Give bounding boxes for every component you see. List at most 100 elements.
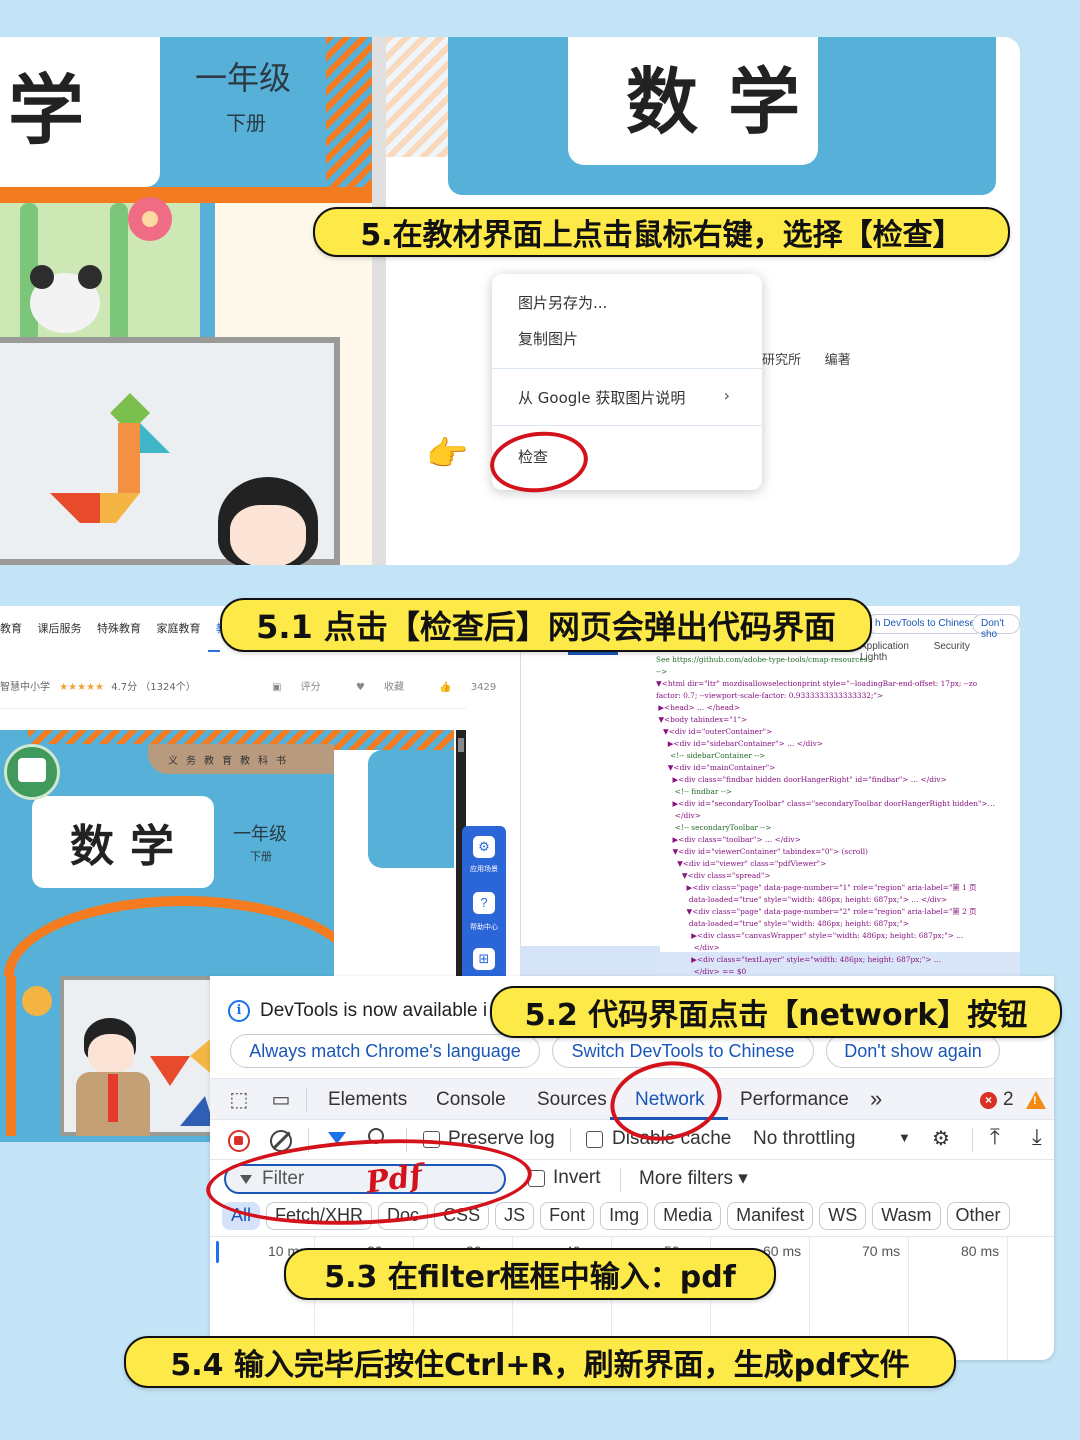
dom-tree-line[interactable]: ▼<div id="viewerContainer" tabindex="0">… (656, 846, 1020, 858)
help-icon[interactable]: ? (473, 892, 495, 914)
dom-tree-line[interactable]: data-loaded="true" style="width: 486px; … (656, 894, 1020, 906)
import-har-icon[interactable]: ⤒ (990, 1124, 1000, 1150)
dom-tree-line[interactable]: --> (656, 666, 1020, 678)
cover-stripe (28, 730, 356, 744)
like-button[interactable]: 👍 3429 (439, 682, 512, 693)
dom-tree-line[interactable]: </div> == $0 (656, 966, 1020, 976)
export-har-icon[interactable]: ⤓ (1032, 1124, 1042, 1150)
dom-tree-line[interactable]: factor: 0.7; --viewport-scale-factor: 0.… (656, 690, 1020, 702)
panda-ear (78, 265, 102, 289)
dom-tree-line[interactable]: ▶<head> … </head> (656, 702, 1020, 714)
site-name: 智慧中小学 (0, 682, 50, 693)
publisher-info: 研究所 编著 (762, 349, 851, 368)
always-match-language-button[interactable]: Always match Chrome's language (230, 1034, 540, 1068)
throttling-dropdown-icon[interactable]: ▼ (898, 1130, 911, 1145)
nav-item[interactable]: 教育 (0, 622, 22, 635)
error-count[interactable]: 2 (1003, 1089, 1014, 1111)
menu-item-copy-image[interactable]: 复制图片 (518, 328, 578, 349)
type-filter-wasm[interactable]: Wasm (872, 1202, 941, 1230)
rate-label: 评分 (300, 682, 321, 693)
timeline-marker[interactable] (216, 1241, 219, 1263)
type-filter-font[interactable]: Font (540, 1202, 595, 1230)
devtools-pane-footer (520, 946, 660, 976)
inspect-element-icon[interactable]: ⬚ (226, 1087, 252, 1113)
tab-sources[interactable]: Sources (537, 1089, 607, 1111)
dom-tree-line[interactable]: ▼<div class="page" data-page-number="2" … (656, 906, 1020, 918)
cover-stripe (334, 730, 454, 750)
elements-dom-tree[interactable]: See https://github.com/adobe-type-tools/… (656, 654, 1020, 976)
apps-icon[interactable]: ⊞ (473, 948, 495, 970)
throttling-select[interactable]: No throttling (753, 1128, 855, 1150)
tab-console[interactable]: Console (436, 1089, 506, 1111)
stop-recording-icon[interactable] (228, 1130, 250, 1152)
favorite-button[interactable]: ♥ 收藏 (356, 682, 420, 693)
more-filters-dropdown[interactable]: More filters ▾ (639, 1167, 748, 1190)
more-tabs-icon[interactable]: » (870, 1086, 882, 1112)
nav-item[interactable]: 特殊教育 (97, 622, 141, 635)
dom-tree-line[interactable]: See https://github.com/adobe-type-tools/… (656, 654, 1020, 666)
callout-step-5: 5.在教材界面上点击鼠标右键，选择【检查】 (313, 207, 1010, 257)
dom-tree-line[interactable]: </div> (656, 810, 1020, 822)
dom-tree-line[interactable]: ▶<div class="textLayer" style="width: 48… (656, 954, 1020, 966)
rating-score: 4.7分 (111, 682, 138, 693)
publisher-part: 编著 (824, 352, 851, 367)
dont-show-again-button[interactable]: Don't show again (826, 1034, 1000, 1068)
dom-tree-line[interactable]: ▶<div class="findbar hidden doorHangerRi… (656, 774, 1020, 786)
warning-mark: ! (1033, 1095, 1037, 1107)
type-filter-other[interactable]: Other (946, 1202, 1010, 1230)
menu-item-google-image-description[interactable]: 从 Google 获取图片说明 (518, 387, 685, 408)
cover-grade: 一年级 (233, 824, 287, 845)
type-filter-img[interactable]: Img (600, 1202, 649, 1230)
scene-icon[interactable]: ⚙ (473, 836, 495, 858)
rate-button[interactable]: ▣ 评分 (272, 682, 337, 693)
dom-tree-line[interactable]: ▼<div class="spread"> (656, 870, 1020, 882)
type-filter-js[interactable]: JS (495, 1202, 535, 1230)
type-filter-ws[interactable]: WS (819, 1202, 867, 1230)
help-label[interactable]: 帮助中心 (462, 922, 506, 932)
dom-tree-line[interactable]: </div> (656, 942, 1020, 954)
dom-tree-line[interactable]: ▼<div id="mainContainer"> (656, 762, 1020, 774)
series-label: 义务教育教科书 (148, 744, 344, 774)
tab-elements[interactable]: Elements (328, 1089, 407, 1111)
separator (620, 1168, 621, 1192)
boy-face (88, 1034, 134, 1074)
dom-tree-line[interactable]: ▶<div class="page" data-page-number="1" … (656, 882, 1020, 894)
timeline-tick-label: 70 ms (862, 1243, 901, 1259)
textbook-page-2-thumbnail (334, 730, 454, 976)
dom-tree-line[interactable]: ▼<div id="viewer" class="pdfViewer"> (656, 858, 1020, 870)
textbook-cover-left: 学 一年级 下册 (0, 37, 372, 565)
switch-devtools-chinese-button[interactable]: h DevTools to Chinese (866, 614, 985, 634)
info-message: DevTools is now available i (260, 1000, 488, 1021)
device-toolbar-icon[interactable]: ▭ (268, 1087, 294, 1113)
type-filter-manifest[interactable]: Manifest (727, 1202, 814, 1230)
tab-security[interactable]: Security (934, 641, 970, 652)
nav-item[interactable]: 课后服务 (38, 622, 82, 635)
dom-tree-line[interactable]: <!-- sidebarContainer --> (656, 750, 1020, 762)
menu-item-save-image-as[interactable]: 图片另存为... (518, 292, 607, 313)
dom-tree-line[interactable]: <!-- secondaryToolbar --> (656, 822, 1020, 834)
tab-performance[interactable]: Performance (740, 1089, 849, 1111)
dom-tree-line[interactable]: ▶<div id="secondaryToolbar" class="secon… (656, 798, 1020, 810)
dom-tree-line[interactable]: ▶<div class="toolbar"> … </div> (656, 834, 1020, 846)
dom-tree-line[interactable]: data-loaded="true" style="width: 486px; … (656, 918, 1020, 930)
network-conditions-icon[interactable]: ⚙ (932, 1126, 950, 1151)
boy-tie (108, 1074, 118, 1122)
cover-volume: 下册 (250, 851, 272, 863)
error-icon[interactable]: × (980, 1092, 997, 1109)
disable-cache-checkbox[interactable] (586, 1131, 603, 1148)
nav-item[interactable]: 家庭教育 (157, 622, 201, 635)
dom-tree-line[interactable]: ▶<div class="canvasWrapper" style="width… (656, 930, 1020, 942)
dom-tree-line[interactable]: <!-- findbar --> (656, 786, 1020, 798)
scrollbar-thumb[interactable] (458, 738, 464, 752)
dom-tree-line[interactable]: ▶<div id="sidebarContainer"> … </div> (656, 738, 1020, 750)
dom-tree-line[interactable]: ▼<div id="outerContainer"> (656, 726, 1020, 738)
dont-show-again-button[interactable]: Don't sho (972, 614, 1020, 640)
invert-label[interactable]: Invert (553, 1167, 601, 1189)
nav-active-underline (208, 650, 220, 652)
scene-label[interactable]: 应用场景 (462, 864, 506, 874)
divider (0, 708, 466, 709)
tab-application[interactable]: Application (860, 641, 909, 652)
dom-tree-line[interactable]: ▼<html dir="ltr" mozdisallowselectionpri… (656, 678, 1020, 690)
dom-tree-line[interactable]: ▼<body tabindex="1"> (656, 714, 1020, 726)
type-filter-media[interactable]: Media (654, 1202, 722, 1230)
